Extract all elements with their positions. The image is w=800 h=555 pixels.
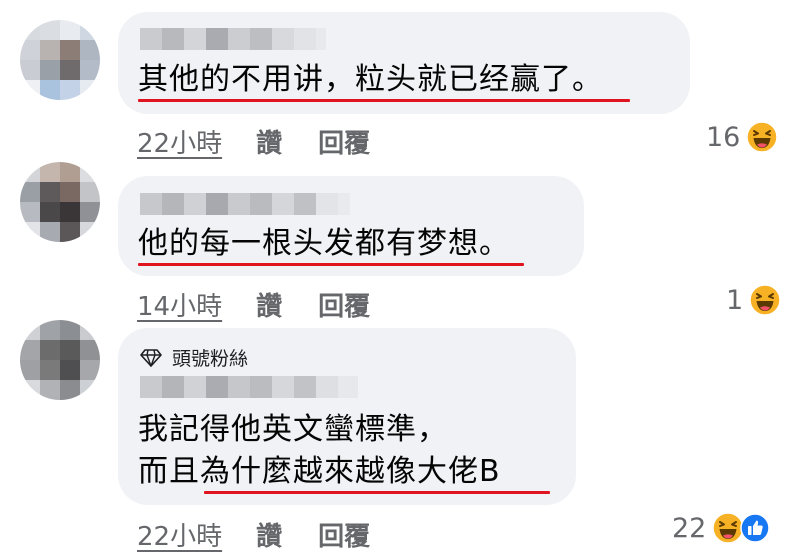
avatar[interactable]: [20, 162, 100, 242]
reaction-count: 22: [672, 512, 707, 544]
comment-meta: 22小時 讚 回覆: [137, 516, 370, 553]
avatar[interactable]: [20, 20, 100, 100]
diamond-icon: [140, 348, 162, 367]
comment-meta: 14小時 讚 回覆: [137, 286, 370, 323]
text-underline-annotation: [138, 263, 524, 266]
reaction-count: 16: [706, 121, 741, 153]
reaction-summary[interactable]: 22: [672, 512, 771, 544]
reply-button[interactable]: 回覆: [318, 516, 370, 553]
like-button[interactable]: 讚: [256, 516, 282, 553]
like-icon: [740, 513, 771, 543]
reply-button[interactable]: 回覆: [318, 286, 370, 323]
like-button[interactable]: 讚: [256, 123, 282, 160]
text-underline-annotation: [204, 491, 550, 494]
comment-text-line-1: 我記得他英文蠻標準，: [138, 412, 448, 447]
avatar[interactable]: [20, 320, 100, 400]
reaction-summary[interactable]: 16: [706, 121, 779, 153]
text-underline-annotation: [138, 99, 630, 102]
haha-icon: [746, 121, 779, 153]
reaction-summary[interactable]: 1: [726, 284, 781, 316]
reaction-count: 1: [726, 284, 744, 316]
haha-icon: [749, 284, 781, 316]
timestamp-link[interactable]: 22小時: [137, 123, 222, 160]
badge-label: 頭號粉絲: [172, 348, 249, 370]
like-button[interactable]: 讚: [256, 286, 282, 323]
top-fan-badge: 頭號粉絲: [140, 344, 248, 371]
commenter-name[interactable]: [140, 376, 358, 398]
timestamp-link[interactable]: 14小時: [137, 286, 222, 323]
comment-meta: 22小時 讚 回覆: [137, 123, 370, 160]
reply-button[interactable]: 回覆: [318, 123, 370, 160]
timestamp-link[interactable]: 22小時: [137, 516, 222, 553]
comment-text: 其他的不用讲，粒头就已经赢了。: [138, 62, 603, 97]
comment-text: 他的每一根头发都有梦想。: [138, 226, 510, 261]
commenter-name[interactable]: [140, 28, 326, 50]
commenter-name[interactable]: [140, 193, 350, 215]
comment-text-line-2: 而且為什麼越來越像大佬B: [138, 454, 501, 489]
